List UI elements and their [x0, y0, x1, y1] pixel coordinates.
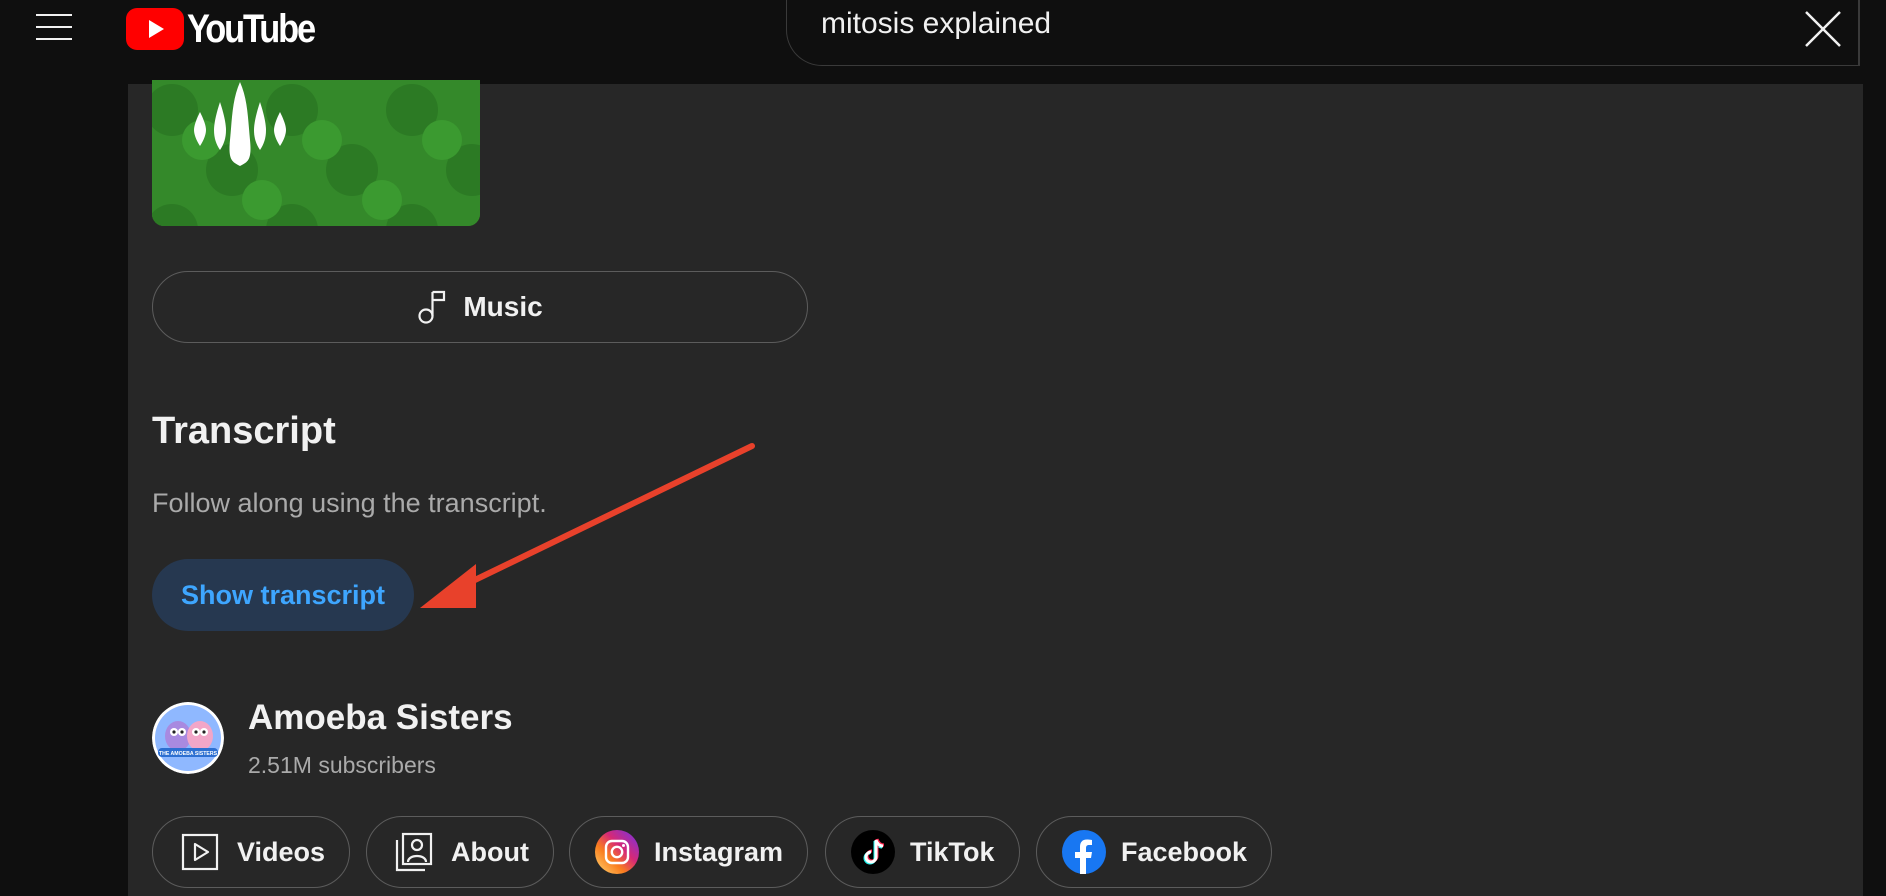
videos-link-label: Videos	[237, 836, 326, 867]
youtube-logo[interactable]: YouTube	[126, 6, 335, 51]
instagram-icon	[594, 829, 640, 875]
instagram-link-label: Instagram	[654, 836, 784, 867]
tiktok-link-label: TikTok	[910, 836, 995, 867]
transcript-description: Follow along using the transcript.	[152, 488, 547, 518]
youtube-play-logo-icon	[126, 8, 184, 50]
show-transcript-button[interactable]: Show transcript	[152, 559, 414, 631]
channel-avatar[interactable]: THE AMOEBA SISTERS	[152, 702, 224, 774]
music-thumbnail[interactable]	[152, 80, 480, 226]
facebook-link-button[interactable]: Facebook	[1036, 816, 1273, 888]
description-panel: Music Transcript Follow along using the …	[128, 80, 1863, 896]
music-button-label: Music	[463, 291, 543, 322]
music-button[interactable]: Music	[152, 271, 808, 343]
transcript-heading: Transcript	[152, 410, 336, 452]
tiktok-icon	[850, 829, 896, 875]
search-divider	[1858, 0, 1860, 66]
music-note-icon	[418, 290, 446, 324]
tiktok-link-button[interactable]: TikTok	[825, 816, 1020, 888]
facebook-link-label: Facebook	[1121, 836, 1248, 867]
hamburger-menu-icon[interactable]	[32, 10, 76, 46]
search-query-text: mitosis explained	[821, 7, 1052, 40]
portrait-icon	[391, 829, 437, 875]
about-link-button[interactable]: About	[366, 816, 554, 888]
search-input[interactable]: mitosis explained	[786, 0, 1858, 66]
clear-search-icon[interactable]	[1800, 6, 1846, 52]
facebook-icon	[1061, 829, 1107, 875]
instagram-link-button[interactable]: Instagram	[569, 816, 809, 888]
video-play-icon	[177, 829, 223, 875]
top-bar: YouTube mitosis explained	[0, 0, 1886, 84]
youtube-wordmark: YouTube	[187, 6, 316, 51]
videos-link-button[interactable]: Videos	[152, 816, 351, 888]
about-link-label: About	[451, 836, 529, 867]
svg-text:THE AMOEBA SISTERS: THE AMOEBA SISTERS	[159, 751, 218, 757]
subscriber-count: 2.51M subscribers	[248, 752, 436, 778]
channel-name[interactable]: Amoeba Sisters	[248, 698, 513, 738]
